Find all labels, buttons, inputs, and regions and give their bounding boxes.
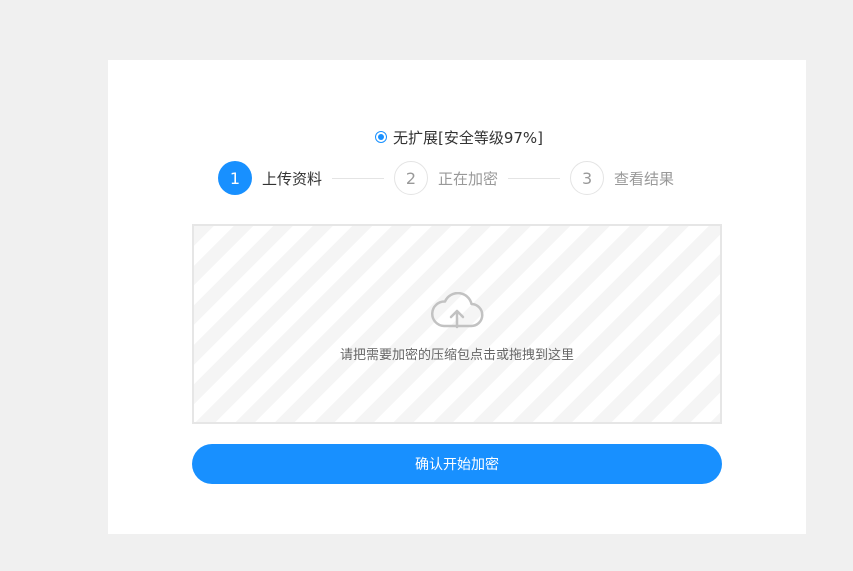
step-3-number: 3 bbox=[570, 161, 605, 195]
radio-button-selected[interactable] bbox=[374, 131, 387, 143]
step-connector bbox=[508, 177, 561, 179]
step-encrypting: 2 正在加密 bbox=[394, 161, 498, 195]
step-2-number: 2 bbox=[394, 161, 429, 195]
step-2-title: 正在加密 bbox=[438, 169, 499, 188]
step-connector bbox=[332, 177, 385, 179]
step-1-number: 1 bbox=[218, 161, 252, 195]
encrypt-panel: 无扩展[安全等级97%] 1 上传资料 2 正在加密 3 查看结果 请把需要加密… bbox=[108, 60, 806, 534]
step-upload: 1 上传资料 bbox=[218, 161, 322, 195]
progress-steps: 1 上传资料 2 正在加密 3 查看结果 bbox=[218, 160, 674, 196]
step-1-title: 上传资料 bbox=[262, 169, 323, 188]
dropzone-instructions: 请把需要加密的压缩包点击或拖拽到这里 bbox=[339, 348, 574, 363]
file-dropzone[interactable]: 请把需要加密的压缩包点击或拖拽到这里 bbox=[192, 224, 722, 424]
cloud-upload-icon bbox=[431, 292, 484, 329]
no-extension-option[interactable]: 无扩展[安全等级97%] bbox=[108, 127, 806, 147]
step-3-title: 查看结果 bbox=[614, 169, 675, 188]
step-results: 3 查看结果 bbox=[570, 161, 674, 195]
start-encryption-button[interactable]: 确认开始加密 bbox=[192, 444, 722, 484]
no-extension-option-label: 无扩展[安全等级97%] bbox=[392, 128, 544, 147]
